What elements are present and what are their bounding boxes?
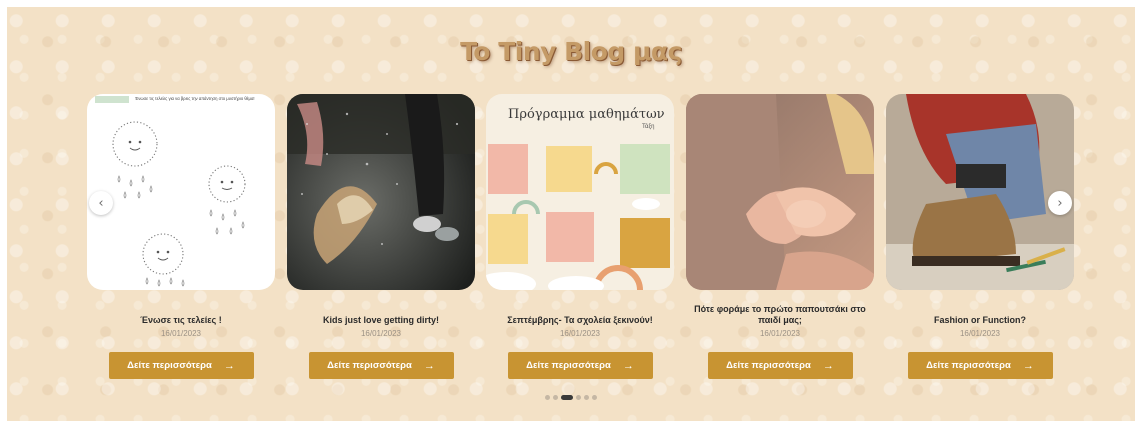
blog-card: Πότε φοράμε το πρώτο παπουτσάκι στο παιδ… bbox=[686, 94, 874, 379]
read-more-button[interactable]: Δείτε περισσότερα → bbox=[308, 352, 454, 379]
blog-card: Kids just love getting dirty! 16/01/2023… bbox=[287, 94, 475, 379]
arrow-right-icon: → bbox=[822, 359, 834, 372]
pagination-dot[interactable] bbox=[553, 395, 558, 400]
blog-card: Ένωσε τις τελείες για να βρεις την απάντ… bbox=[87, 94, 275, 379]
read-more-label: Δείτε περισσότερα bbox=[327, 360, 412, 371]
post-thumbnail[interactable] bbox=[686, 94, 874, 290]
read-more-button[interactable]: Δείτε περισσότερα → bbox=[108, 352, 254, 379]
arrow-right-icon: → bbox=[423, 359, 435, 372]
post-title[interactable]: Σεπτέμβρης- Τα σχολεία ξεκινούν! bbox=[486, 304, 674, 326]
arrow-right-icon: → bbox=[622, 359, 634, 372]
post-date: 16/01/2023 bbox=[759, 329, 801, 338]
pagination-dot[interactable] bbox=[576, 395, 581, 400]
carousel-next-button[interactable]: › bbox=[1048, 191, 1072, 215]
school-timetable-image: Πρόγραμμα μαθημάτων Τάξη bbox=[486, 94, 674, 290]
pagination-dot[interactable] bbox=[561, 395, 573, 400]
pagination-dot[interactable] bbox=[592, 395, 597, 400]
section-title: To Tiny Blog μας bbox=[460, 37, 682, 66]
carousel-prev-button[interactable]: ‹ bbox=[89, 191, 113, 215]
pagination-dot[interactable] bbox=[584, 395, 589, 400]
post-title[interactable]: Kids just love getting dirty! bbox=[287, 304, 475, 326]
blog-card: Fashion or Function? 16/01/2023 Δείτε πε… bbox=[886, 94, 1074, 379]
child-boots-photo bbox=[886, 94, 1074, 290]
read-more-label: Δείτε περισσότερα bbox=[526, 360, 611, 371]
read-more-label: Δείτε περισσότερα bbox=[127, 360, 212, 371]
connect-dots-image: Ένωσε τις τελείες για να βρεις την απάντ… bbox=[87, 94, 275, 290]
read-more-button[interactable]: Δείτε περισσότερα → bbox=[907, 352, 1053, 379]
read-more-label: Δείτε περισσότερα bbox=[926, 360, 1011, 371]
post-date: 16/01/2023 bbox=[959, 329, 1001, 338]
blog-card: Πρόγραμμα μαθημάτων Τάξη Σεπτέμβρης- Τα … bbox=[486, 94, 674, 379]
arrow-right-icon: → bbox=[1022, 359, 1034, 372]
post-title[interactable]: Fashion or Function? bbox=[886, 304, 1074, 326]
post-thumbnail[interactable] bbox=[886, 94, 1074, 290]
post-thumbnail[interactable]: Πρόγραμμα μαθημάτων Τάξη bbox=[486, 94, 674, 290]
pagination-dot[interactable] bbox=[545, 395, 550, 400]
post-date: 16/01/2023 bbox=[360, 329, 402, 338]
post-title[interactable]: Πότε φοράμε το πρώτο παπουτσάκι στο παιδ… bbox=[686, 304, 874, 326]
post-date: 16/01/2023 bbox=[559, 329, 601, 338]
read-more-label: Δείτε περισσότερα bbox=[726, 360, 811, 371]
post-thumbnail[interactable] bbox=[287, 94, 475, 290]
worksheet-instructions: Ένωσε τις τελείες για να βρεις την απάντ… bbox=[134, 96, 255, 101]
blog-section: To Tiny Blog μας Ένωσε τις τελείες για ν… bbox=[7, 7, 1135, 421]
muddy-splash-photo bbox=[287, 94, 475, 290]
timetable-class-label: Τάξη bbox=[642, 123, 655, 130]
post-date: 16/01/2023 bbox=[160, 329, 202, 338]
timetable-heading: Πρόγραμμα μαθημάτων bbox=[508, 107, 665, 122]
baby-feet-photo bbox=[686, 94, 874, 290]
chevron-right-icon: › bbox=[1057, 195, 1063, 211]
arrow-right-icon: → bbox=[223, 359, 235, 372]
read-more-button[interactable]: Δείτε περισσότερα → bbox=[507, 352, 653, 379]
chevron-left-icon: ‹ bbox=[98, 195, 104, 211]
post-title[interactable]: Ένωσε τις τελείες ! bbox=[87, 304, 275, 326]
carousel-pagination bbox=[7, 395, 1135, 400]
post-thumbnail[interactable]: Ένωσε τις τελείες για να βρεις την απάντ… bbox=[87, 94, 275, 290]
read-more-button[interactable]: Δείτε περισσότερα → bbox=[707, 352, 853, 379]
